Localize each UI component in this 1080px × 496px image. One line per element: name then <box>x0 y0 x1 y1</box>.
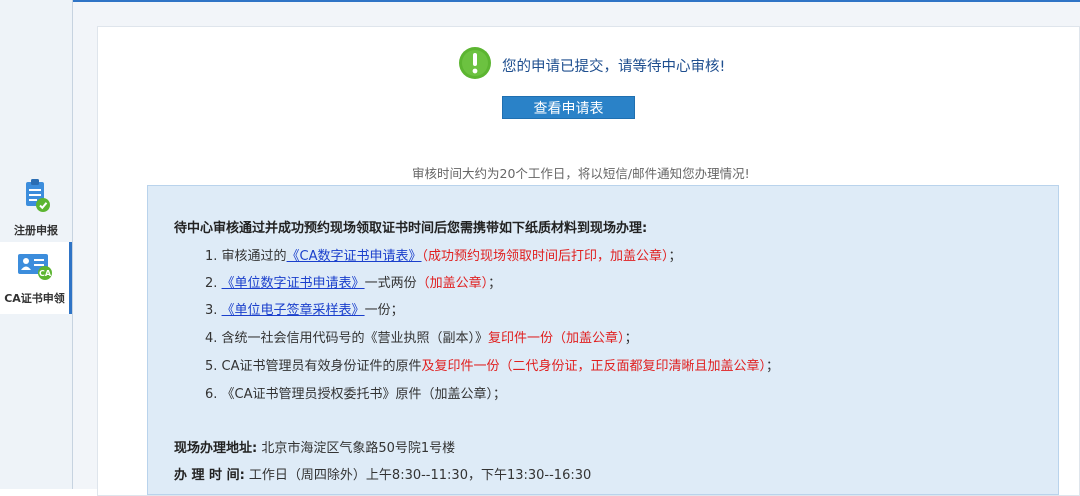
list-item: 3. 《单位电子签章采样表》一份； <box>205 299 404 318</box>
hours-label: 办 理 时 间: <box>174 468 245 483</box>
item-note: （成功预约现场领取时间后打印，加盖公章） <box>421 249 669 264</box>
address-label: 现场办理地址: <box>174 441 258 456</box>
item-suffix: ； <box>624 331 638 346</box>
submission-status: 您的申请已提交，请等待中心审核! <box>458 47 725 83</box>
item-text: 5. CA证书管理员有效身份证件的原件 <box>205 359 422 374</box>
sidebar-item-register[interactable]: 注册申报 <box>0 170 72 242</box>
item-text: 一式两份 <box>364 276 417 291</box>
materials-title: 待中心审核通过并成功预约现场领取证书时间后您需携带如下纸质材料到现场办理: <box>174 221 648 236</box>
item-text: 4. 含统一社会信用代码号的《营业执照（副本）》 <box>205 331 489 346</box>
item-suffix: ； <box>668 249 682 264</box>
item-text: 一份； <box>364 303 404 318</box>
item-text: 3. <box>205 303 222 318</box>
address-value: 北京市海淀区气象路50号院1号楼 <box>261 441 456 456</box>
signature-sample-form-link[interactable]: 《单位电子签章采样表》 <box>222 303 365 318</box>
view-application-button[interactable]: 查看申请表 <box>502 96 635 119</box>
list-item: 6. 《CA证书管理员授权委托书》原件（加盖公章）； <box>205 383 506 402</box>
ca-certificate-form-link[interactable]: 《CA数字证书申请表》 <box>287 249 422 264</box>
office-address: 现场办理地址: 北京市海淀区气象路50号院1号楼 <box>174 437 455 456</box>
item-text: 2. <box>205 276 222 291</box>
hours-value: 工作日（周四除外）上午8:30--11:30，下午13:30--16:30 <box>248 468 592 483</box>
sidebar: 注册申报 CA CA证书申领 <box>0 0 73 489</box>
svg-text:CA: CA <box>38 269 51 278</box>
review-time-note: 审核时间大约为20个工作日，将以短信/邮件通知您办理情况! <box>412 166 750 181</box>
item-note: （加盖公章） <box>416 276 489 291</box>
document-check-icon <box>21 178 51 218</box>
item-suffix: ； <box>766 359 780 374</box>
item-text: 1. 审核通过的 <box>205 249 287 264</box>
sidebar-item-label: CA证书申领 <box>4 292 65 305</box>
office-hours: 办 理 时 间: 工作日（周四除外）上午8:30--11:30，下午13:30-… <box>174 464 591 483</box>
item-suffix: ； <box>488 276 502 291</box>
exclamation-circle-icon <box>458 46 492 84</box>
list-item: 2. 《单位数字证书申请表》一式两份（加盖公章）； <box>205 272 501 291</box>
item-text: 6. 《CA证书管理员授权委托书》原件（加盖公章）； <box>205 387 507 402</box>
unit-certificate-form-link[interactable]: 《单位数字证书申请表》 <box>222 276 365 291</box>
item-note: 及复印件一份（二代身份证，正反面都复印清晰且加盖公章） <box>421 359 767 374</box>
item-note: 复印件一份（加盖公章） <box>488 331 625 346</box>
status-message: 您的申请已提交，请等待中心审核! <box>502 58 726 75</box>
ca-certificate-icon: CA <box>16 250 54 286</box>
sidebar-item-ca-certificate[interactable]: CA CA证书申领 <box>0 242 72 314</box>
list-item: 4. 含统一社会信用代码号的《营业执照（副本）》复印件一份（加盖公章）； <box>205 327 638 346</box>
list-item: 5. CA证书管理员有效身份证件的原件及复印件一份（二代身份证，正反面都复印清晰… <box>205 355 779 374</box>
sidebar-item-label: 注册申报 <box>14 224 58 237</box>
list-item: 1. 审核通过的《CA数字证书申请表》（成功预约现场领取时间后打印，加盖公章）； <box>205 245 682 264</box>
